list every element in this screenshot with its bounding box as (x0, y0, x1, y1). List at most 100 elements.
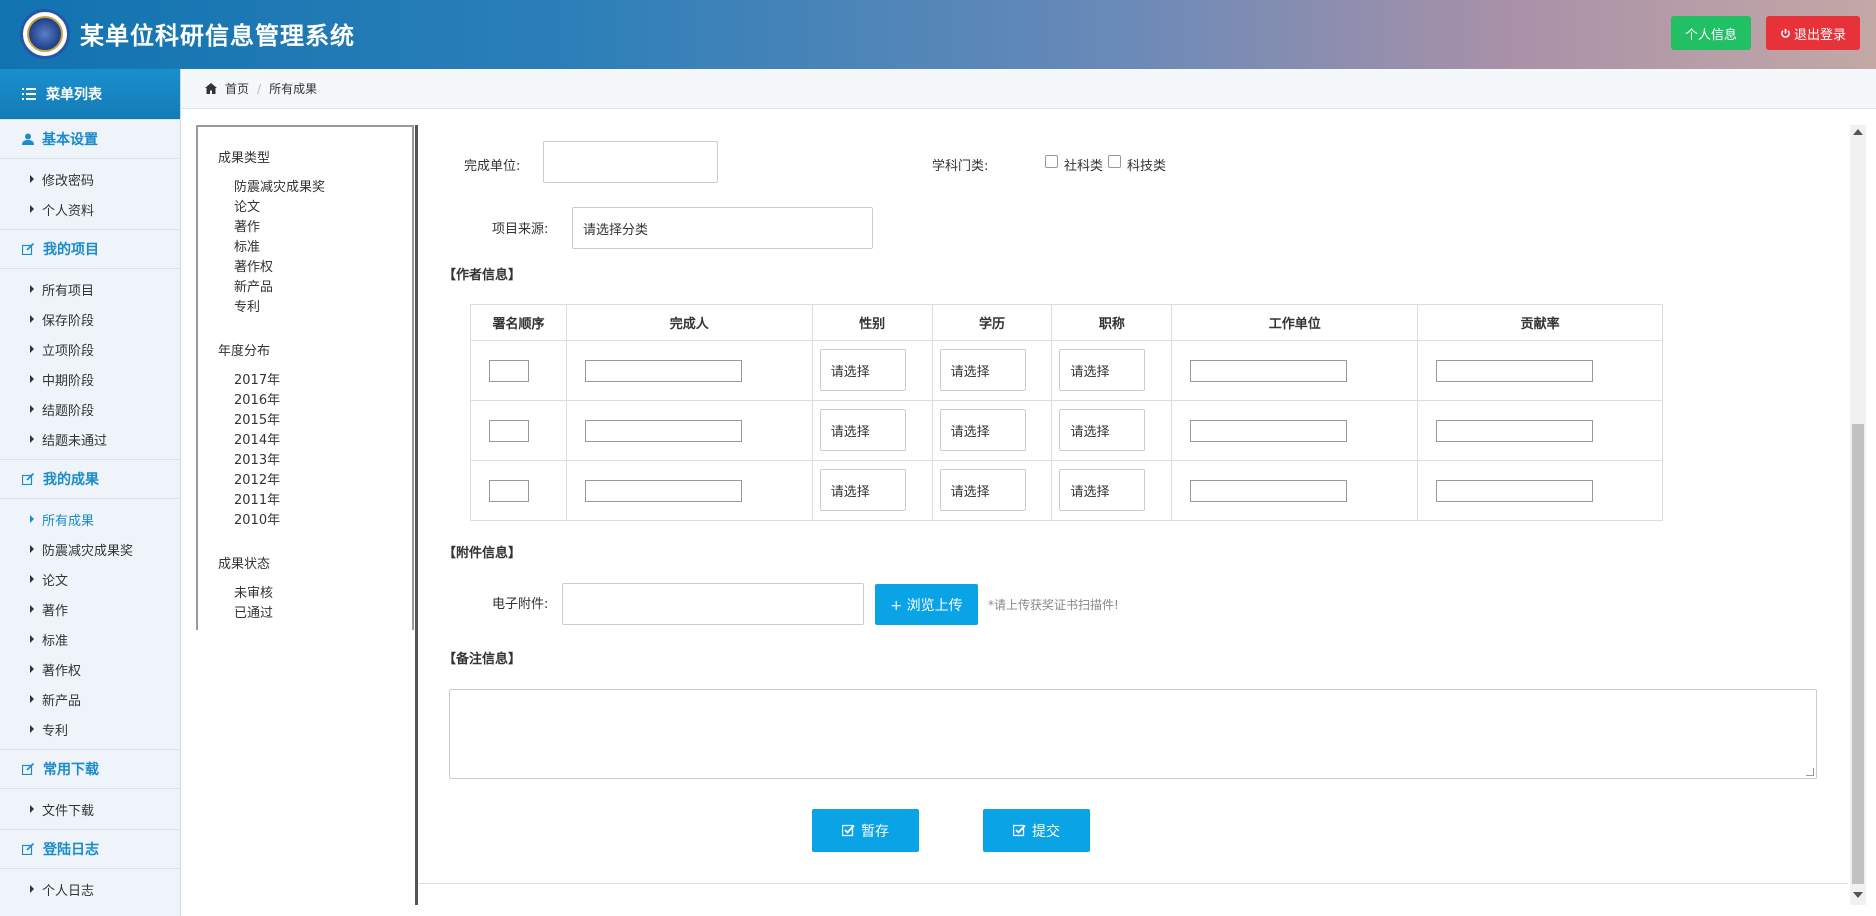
sidebar-item-closing-stage[interactable]: 结题阶段 (0, 394, 180, 424)
column-header: 学历 (931, 304, 1053, 341)
workplace-input[interactable] (1190, 420, 1348, 442)
scroll-down-arrow-icon[interactable] (1853, 892, 1863, 898)
order-input[interactable] (489, 360, 529, 382)
education-select[interactable]: 请选择 (939, 469, 1026, 511)
scroll-up-arrow-icon[interactable] (1853, 129, 1863, 135)
sidebar-group-achievements[interactable]: 我的成果 (0, 459, 180, 499)
author-name-input[interactable] (584, 480, 742, 502)
source-select[interactable]: 请选择分类 (572, 207, 873, 249)
sidebar-item-patents[interactable]: 专利 (0, 714, 180, 744)
check-square-icon (1013, 824, 1026, 837)
filter-type-list: 防震减灾成果奖 论文 著作 标准 著作权 新产品 专利 (218, 178, 412, 318)
sidebar-group-projects[interactable]: 我的项目 (0, 229, 180, 269)
contribution-input[interactable] (1436, 480, 1594, 502)
sidebar-item-saved-stage[interactable]: 保存阶段 (0, 304, 180, 334)
submit-label: 提交 (1032, 823, 1060, 840)
sidebar: 菜单列表 基本设置 修改密码 个人资料 我的项目 所有项目 保存阶段 立项阶段 … (0, 69, 181, 916)
filter-type-item[interactable]: 防震减灾成果奖 (234, 178, 412, 198)
logout-button[interactable]: 退出登录 (1766, 16, 1860, 50)
sidebar-item-award[interactable]: 防震减灾成果奖 (0, 534, 180, 564)
scrollbar-thumb[interactable] (1852, 424, 1864, 884)
filter-type-item[interactable]: 著作权 (234, 258, 412, 278)
gender-select[interactable]: 请选择 (819, 469, 906, 511)
menu-header[interactable]: 菜单列表 (0, 69, 180, 119)
filter-status-item[interactable]: 已通过 (234, 604, 412, 624)
author-name-input[interactable] (584, 360, 742, 382)
sidebar-item-label: 立项阶段 (42, 343, 95, 359)
title-select[interactable]: 请选择 (1059, 409, 1146, 451)
filter-year-item[interactable]: 2016年 (234, 391, 412, 411)
education-select[interactable]: 请选择 (939, 349, 1026, 391)
user-icon (22, 133, 34, 145)
sidebar-item-label: 个人日志 (42, 883, 95, 899)
filter-type-item[interactable]: 标准 (234, 238, 412, 258)
social-science-checkbox[interactable] (1045, 155, 1058, 168)
sidebar-item-label: 文件下载 (42, 803, 95, 819)
caret-right-icon (30, 665, 34, 673)
column-header: 贡献率 (1417, 304, 1663, 341)
group-title: 登陆日志 (43, 842, 99, 858)
group-title: 我的项目 (43, 242, 99, 258)
workplace-input[interactable] (1190, 480, 1348, 502)
filter-year-item[interactable]: 2014年 (234, 431, 412, 451)
order-input[interactable] (489, 420, 529, 442)
filter-type-item[interactable]: 新产品 (234, 278, 412, 298)
breadcrumb-home[interactable]: 首页 (225, 80, 249, 97)
gender-select[interactable]: 请选择 (819, 409, 906, 451)
sidebar-group-basic[interactable]: 基本设置 (0, 119, 180, 159)
order-input[interactable] (489, 480, 529, 502)
science-tech-checkbox[interactable] (1108, 155, 1121, 168)
education-select[interactable]: 请选择 (939, 409, 1026, 451)
sidebar-item-closing-failed[interactable]: 结题未通过 (0, 424, 180, 454)
filter-year-item[interactable]: 2015年 (234, 411, 412, 431)
sidebar-item-approval-stage[interactable]: 立项阶段 (0, 334, 180, 364)
authors-table: 署名顺序 完成人 性别 学历 职称 工作单位 贡献率 请选择 请选择 请选择 请… (470, 304, 1663, 521)
filter-type-item[interactable]: 著作 (234, 218, 412, 238)
notes-textarea[interactable] (449, 689, 1817, 779)
sidebar-item-change-password[interactable]: 修改密码 (0, 164, 180, 194)
save-draft-button[interactable]: 暂存 (812, 809, 919, 852)
author-name-input[interactable] (584, 420, 742, 442)
column-header: 工作单位 (1171, 304, 1419, 341)
filter-year-item[interactable]: 2011年 (234, 491, 412, 511)
sidebar-item-all-achievements[interactable]: 所有成果 (0, 504, 180, 534)
contribution-input[interactable] (1436, 360, 1594, 382)
sidebar-item-personal-log[interactable]: 个人日志 (0, 874, 180, 904)
filter-status-item[interactable]: 未审核 (234, 584, 412, 604)
title-select[interactable]: 请选择 (1059, 349, 1146, 391)
group-title: 基本设置 (42, 132, 98, 148)
sidebar-item-all-projects[interactable]: 所有项目 (0, 274, 180, 304)
filter-type-item[interactable]: 论文 (234, 198, 412, 218)
sidebar-item-books[interactable]: 著作 (0, 594, 180, 624)
check-square-icon (842, 824, 855, 837)
filter-year-item[interactable]: 2013年 (234, 451, 412, 471)
filter-year-item[interactable]: 2010年 (234, 511, 412, 531)
caret-right-icon (30, 695, 34, 703)
sidebar-item-copyright[interactable]: 著作权 (0, 654, 180, 684)
profile-button[interactable]: 个人信息 (1671, 16, 1751, 50)
table-row: 请选择 请选择 请选择 (470, 460, 1663, 521)
workplace-input[interactable] (1190, 360, 1348, 382)
sidebar-item-standards[interactable]: 标准 (0, 624, 180, 654)
filter-year-item[interactable]: 2017年 (234, 371, 412, 391)
sidebar-group-downloads[interactable]: 常用下载 (0, 749, 180, 789)
filter-year-list: 2017年 2016年 2015年 2014年 2013年 2012年 2011… (218, 371, 412, 531)
resize-handle-icon[interactable] (1806, 768, 1814, 776)
caret-right-icon (30, 605, 34, 613)
sidebar-item-profile[interactable]: 个人资料 (0, 194, 180, 224)
sidebar-item-label: 个人资料 (42, 203, 95, 219)
sidebar-item-file-download[interactable]: 文件下载 (0, 794, 180, 824)
sidebar-group-login-log[interactable]: 登陆日志 (0, 829, 180, 869)
filter-type-item[interactable]: 专利 (234, 298, 412, 318)
filter-year-item[interactable]: 2012年 (234, 471, 412, 491)
sidebar-item-papers[interactable]: 论文 (0, 564, 180, 594)
sidebar-item-midterm-stage[interactable]: 中期阶段 (0, 364, 180, 394)
upload-button[interactable]: + 浏览上传 (875, 584, 978, 625)
submit-button[interactable]: 提交 (983, 809, 1090, 852)
sidebar-item-new-products[interactable]: 新产品 (0, 684, 180, 714)
unit-input[interactable] (543, 141, 718, 183)
contribution-input[interactable] (1436, 420, 1594, 442)
attachment-input[interactable] (562, 583, 864, 625)
gender-select[interactable]: 请选择 (819, 349, 906, 391)
title-select[interactable]: 请选择 (1059, 469, 1146, 511)
